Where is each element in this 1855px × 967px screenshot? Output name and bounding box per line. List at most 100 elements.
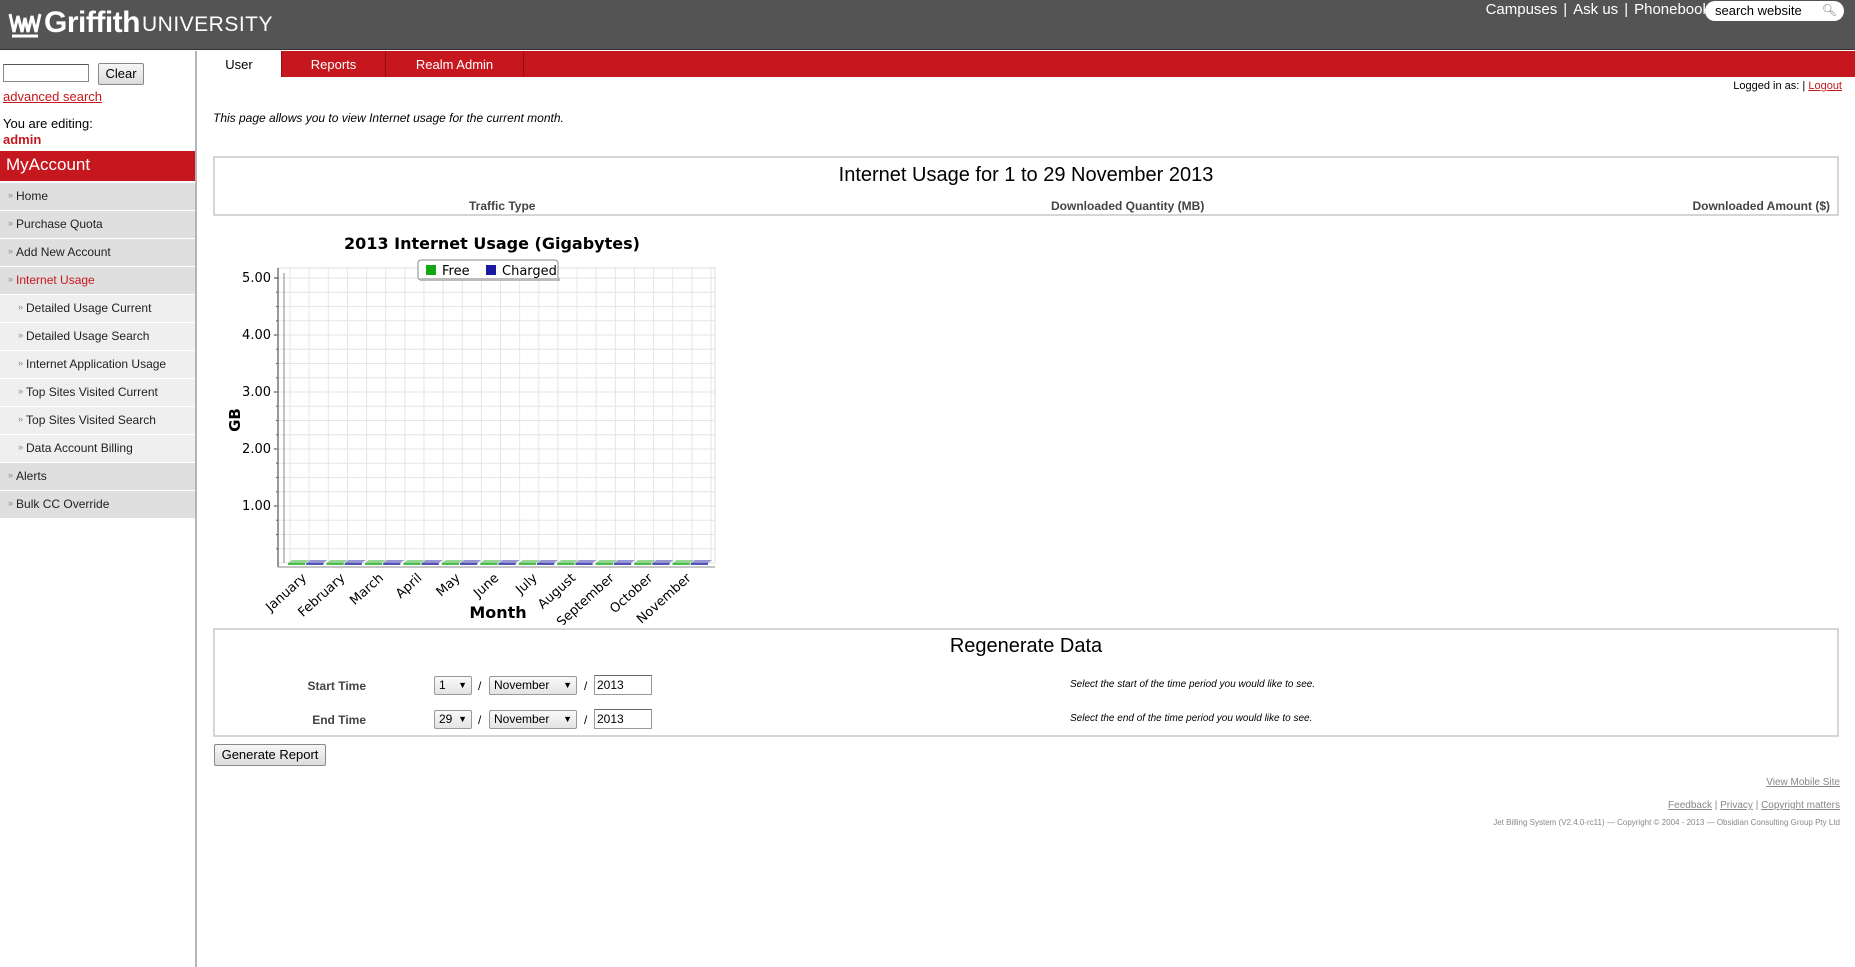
start-year-input[interactable]: 2013 [594, 675, 652, 695]
x-tick-label: April [393, 571, 425, 602]
top-links: Campuses | Ask us | Phonebook [1485, 1, 1710, 18]
sidebar-item-label: Detailed Usage Current [26, 301, 152, 315]
sidebar-item-purchase-quota[interactable]: » Purchase Quota [0, 211, 195, 239]
griffith-logo[interactable]: Griffith UNIVERSITY [8, 6, 273, 40]
bar-charged [613, 563, 632, 565]
x-tick-label: May [434, 571, 464, 600]
bar-free [595, 563, 613, 565]
generate-report-button[interactable]: Generate Report [214, 744, 326, 766]
sidebar-item-bulk-cc-override[interactable]: » Bulk CC Override [0, 491, 195, 519]
account-search-input[interactable] [3, 64, 89, 82]
footer-mobile: View Mobile Site [1766, 777, 1840, 788]
site-header: Griffith UNIVERSITY Campuses | Ask us | Phon… [0, 0, 1855, 50]
y-tick-label: 2.00 [242, 442, 271, 457]
privacy-link[interactable]: Privacy [1720, 800, 1753, 811]
view-mobile-site-link[interactable]: View Mobile Site [1766, 777, 1840, 788]
y-tick-label: 5.00 [242, 271, 271, 286]
tab-reports[interactable]: Reports [282, 51, 386, 77]
bar-free [557, 563, 575, 565]
sidebar-item-add-new-account[interactable]: » Add New Account [0, 239, 195, 267]
copyright-matters-link[interactable]: Copyright matters [1761, 800, 1840, 811]
bar-free [518, 563, 536, 565]
usage-title: Internet Usage for 1 to 29 November 2013 [838, 164, 1214, 186]
chevron-right-icon: » [18, 386, 24, 396]
bar-free [364, 563, 383, 565]
usage-chart: 2013 Internet Usage (Gigabytes) 1.00 2.00 3… [226, 234, 716, 625]
sidebar-item-label: Purchase Quota [16, 217, 103, 231]
sidebar-item-detailed-usage-current[interactable]: » Detailed Usage Current [0, 295, 195, 323]
chevron-right-icon: » [8, 246, 14, 256]
sidebar-item-internet-application-usage[interactable]: » Internet Application Usage [0, 351, 195, 379]
search-icon[interactable]: 🔍︎ [1822, 3, 1837, 17]
start-time-hint: Select the start of the time period you … [1070, 679, 1316, 690]
bar-free [441, 563, 460, 565]
logged-in-label: Logged in as: [1733, 80, 1800, 92]
chevron-right-icon: » [8, 274, 14, 284]
clear-button[interactable]: Clear [98, 63, 144, 85]
start-time-label: Start Time [307, 679, 366, 693]
campuses-link[interactable]: Campuses [1486, 1, 1558, 18]
sidebar-item-top-sites-visited-current[interactable]: » Top Sites Visited Current [0, 379, 195, 407]
logo-subtext: UNIVERSITY [141, 13, 274, 36]
sidebar-item-home[interactable]: » Home [0, 183, 195, 211]
phonebook-link[interactable]: Phonebook [1634, 1, 1710, 18]
sidebar-item-label: Top Sites Visited Search [26, 413, 156, 427]
chevron-down-icon: ▼ [563, 680, 572, 690]
advanced-search-link[interactable]: advanced search [3, 89, 102, 104]
feedback-link[interactable]: Feedback [1668, 800, 1712, 811]
bar-charged [652, 563, 670, 565]
tab-user[interactable]: User [197, 51, 282, 77]
tab-realm-admin[interactable]: Realm Admin [386, 51, 524, 77]
regenerate-panel: Regenerate Data Start Time 1 ▼ / November… [213, 628, 1839, 737]
sidebar-item-internet-usage[interactable]: » Internet Usage [0, 267, 195, 295]
column-traffic-type: Traffic Type [469, 199, 536, 213]
start-month-select[interactable]: November ▼ [489, 676, 577, 695]
end-year-input[interactable]: 2013 [594, 709, 652, 729]
start-day-select[interactable]: 1 ▼ [434, 676, 472, 695]
y-tick-label: 4.00 [242, 328, 271, 343]
ask-us-link[interactable]: Ask us [1573, 1, 1618, 18]
editing-label: You are editing: [3, 116, 93, 131]
chevron-right-icon: » [18, 330, 24, 340]
logout-link[interactable]: Logout [1808, 80, 1842, 92]
regenerate-title: Regenerate Data [949, 635, 1103, 657]
bar-charged [690, 563, 708, 565]
editing-user: admin [3, 132, 42, 147]
chevron-right-icon: » [18, 302, 24, 312]
login-info: Logged in as: | Logout [1733, 80, 1842, 92]
bar-free [403, 563, 421, 565]
sidebar-item-top-sites-visited-search[interactable]: » Top Sites Visited Search [0, 407, 195, 435]
sidebar-item-alerts[interactable]: » Alerts [0, 463, 195, 491]
chevron-right-icon: » [18, 414, 24, 424]
login-separator: | [1802, 80, 1806, 92]
usage-summary-panel: Internet Usage for 1 to 29 November 2013… [213, 156, 1839, 216]
column-downloaded-quantity: Downloaded Quantity (MB) [1051, 199, 1205, 213]
sidebar-item-label: Home [16, 189, 49, 203]
legend-label-free: Free [442, 264, 470, 279]
bar-free [480, 563, 498, 565]
chevron-down-icon: ▼ [563, 714, 572, 724]
sidebar-item-data-account-billing[interactable]: » Data Account Billing [0, 435, 195, 463]
y-tick-label: 3.00 [242, 385, 271, 400]
sidebar-item-label: Bulk CC Override [16, 497, 110, 511]
x-axis-label: Month [469, 603, 526, 622]
sidebar-nav: » Home» Purchase Quota» Add New Account» Int… [0, 183, 195, 519]
bar-free [672, 563, 690, 565]
bar-free [326, 563, 344, 565]
sidebar-item-label: Internet Usage [16, 273, 95, 287]
bar-charged [306, 563, 324, 565]
chevron-right-icon: » [8, 190, 14, 200]
end-month-select[interactable]: November ▼ [489, 710, 577, 729]
end-day-select[interactable]: 29 ▼ [434, 710, 472, 729]
copyright-text: Jet Billing System (V2.4.0-rc11) — Copyr… [1493, 818, 1840, 827]
bar-charged [460, 563, 478, 565]
site-search-input[interactable]: search website 🔍︎ [1705, 1, 1844, 21]
chevron-right-icon: » [18, 358, 24, 368]
chevron-right-icon: » [8, 498, 14, 508]
legend-swatch-charged [486, 265, 496, 275]
end-time-hint: Select the end of the time period you wo… [1070, 713, 1313, 724]
sidebar-item-detailed-usage-search[interactable]: » Detailed Usage Search [0, 323, 195, 351]
plot-area [277, 267, 716, 564]
griffith-crest-icon [8, 13, 42, 38]
sidebar-item-label: Top Sites Visited Current [26, 385, 158, 399]
